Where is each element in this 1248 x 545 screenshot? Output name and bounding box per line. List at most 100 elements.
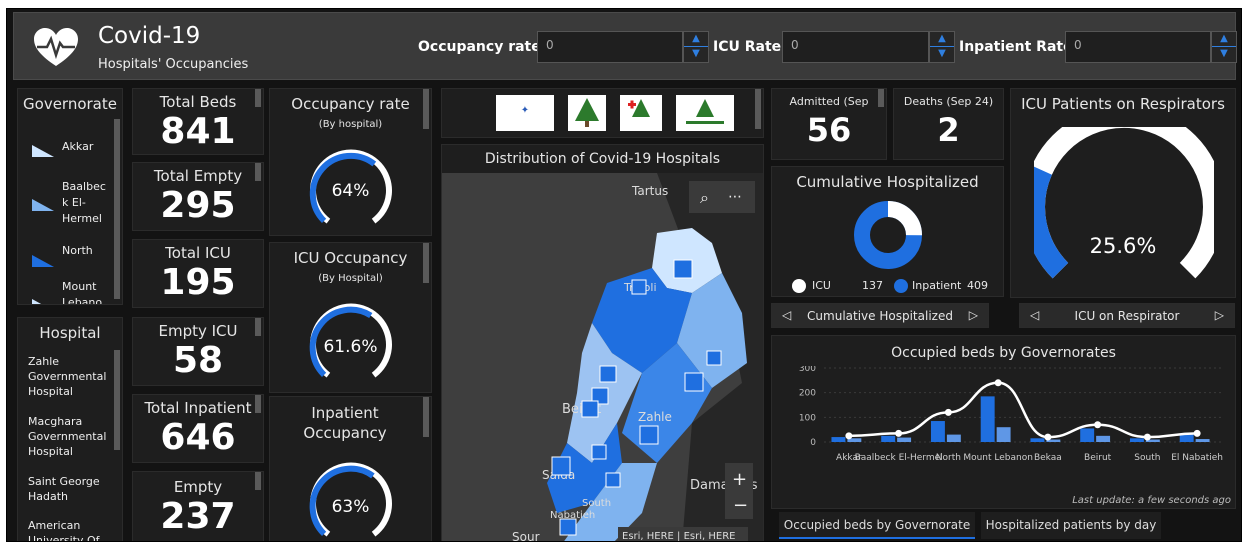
kpi-label: Deaths (Sep 24) <box>903 95 994 108</box>
list-item[interactable]: Baalbec k El-Hermel <box>32 179 122 239</box>
map-title: Distribution of Covid-19 Hospitals <box>484 151 721 167</box>
icu-legend-dot <box>792 279 806 293</box>
respirator-nav-label[interactable]: ICU on Respirator <box>1020 309 1234 323</box>
kpi-value: 2 <box>937 111 960 149</box>
inpatient-rate-input[interactable]: 0 <box>1065 31 1211 63</box>
header-bar: Covid-19 Hospitals' Occupancies Occupanc… <box>13 12 1237 80</box>
icu-rate-input[interactable]: 0 <box>782 31 929 63</box>
governorate-swatch-icon <box>32 199 54 211</box>
y-tick-label: 100 <box>799 413 816 423</box>
x-tick-label: South <box>1134 453 1160 463</box>
hospital-marker[interactable] <box>591 444 607 460</box>
occupancy-rate-stepper[interactable]: ▲ ▼ <box>683 31 709 63</box>
hospital-marker[interactable] <box>673 259 693 279</box>
bar <box>946 434 961 442</box>
x-tick-label: Baalbeck El-Hermel <box>855 453 943 463</box>
governorate-label: Baalbec k El-Hermel <box>62 180 106 225</box>
respirator-value: 25.6% <box>1089 234 1157 258</box>
up-arrow-icon[interactable]: ▲ <box>684 32 708 47</box>
stat-value: 295 <box>160 185 236 226</box>
hospital-marker[interactable] <box>551 456 571 476</box>
gauge-subtitle: (By hospital) <box>318 119 383 130</box>
trend-point <box>845 432 853 440</box>
governorate-label: North <box>62 244 93 257</box>
hospital-marker[interactable] <box>639 425 659 445</box>
zoom-in-icon[interactable]: + <box>732 469 747 490</box>
hospital-marker[interactable] <box>706 350 722 366</box>
icu-legend-label: ICU <box>812 279 831 292</box>
respirator-gauge <box>1034 127 1214 279</box>
x-tick-label: Mount Lebanon <box>963 453 1033 463</box>
up-arrow-icon[interactable]: ▲ <box>1212 32 1236 47</box>
empty-card: Empty 237 <box>132 471 264 541</box>
inpatient-rate-stepper[interactable]: ▲ ▼ <box>1211 31 1237 63</box>
down-arrow-icon[interactable]: ▼ <box>1212 47 1236 62</box>
gauge-title: Inpatient Occupancy <box>303 404 387 442</box>
stat-value: 195 <box>160 262 236 303</box>
stat-label: Total Beds <box>159 93 237 111</box>
admitted-card: Admitted (Sep 56 <box>771 88 887 160</box>
ministry-logo <box>568 95 606 131</box>
hospital-marker[interactable] <box>684 372 704 392</box>
zoom-out-icon[interactable]: − <box>733 495 748 516</box>
hospital-marker[interactable] <box>559 518 577 536</box>
cumulative-nav-label[interactable]: Cumulative Hospitalized <box>772 309 988 323</box>
tab-occupied-beds[interactable]: Occupied beds by Governorate <box>779 512 975 539</box>
tab-hospitalized-by-day[interactable]: Hospitalized patients by day <box>981 512 1161 539</box>
inpatient-legend-value: 409 <box>967 279 988 292</box>
total-empty-card: Total Empty 295 <box>132 162 264 231</box>
icu-respirator-card: ICU Patients on Respirators 25.6% <box>1010 88 1236 298</box>
y-tick-label: 300 <box>799 366 816 374</box>
hospital-marker[interactable] <box>631 279 647 295</box>
y-tick-label: 0 <box>810 438 816 448</box>
occupancy-rate-input[interactable]: 0 <box>537 31 683 63</box>
hospital-marker[interactable] <box>599 365 617 383</box>
governorate-label: Akkar <box>62 140 94 153</box>
hospital-title: Hospital <box>39 324 101 342</box>
city-label: Zahle <box>638 410 672 424</box>
deaths-card: Deaths (Sep 24) 2 <box>893 88 1004 160</box>
icu-gauge-card: ICU Occupancy (By Hospital) 61.6% <box>269 242 432 393</box>
list-item[interactable]: Saint George Hadath <box>28 474 120 504</box>
up-arrow-icon[interactable]: ▲ <box>930 32 954 47</box>
lebanon-map[interactable]: Tartus Tripoli Beirut Zahle Saida Sour D… <box>442 173 764 542</box>
gauge-title: ICU Occupancy <box>293 249 408 267</box>
list-item[interactable]: Macghara Governmental Hospital <box>28 414 120 459</box>
map-panel: Distribution of Covid-19 Hospitals Tartu… <box>441 144 764 542</box>
inpatient-gauge-card: Inpatient Occupancy 63% <box>269 396 432 541</box>
list-item[interactable]: Akkar <box>32 125 122 185</box>
next-arrow-icon[interactable]: ▷ <box>1215 308 1224 322</box>
total-icu-card: Total ICU 195 <box>132 239 264 308</box>
map-attribution[interactable]: Esri, HERE | Esri, HERE <box>622 531 736 542</box>
red-cross-logo <box>620 95 662 131</box>
next-arrow-icon[interactable]: ▷ <box>969 308 978 322</box>
down-arrow-icon[interactable]: ▼ <box>930 47 954 62</box>
search-icon[interactable]: ⌕ <box>700 188 709 207</box>
bar <box>980 396 995 442</box>
partner-logos-panel: ✦ <box>441 88 764 138</box>
stat-label: Empty <box>173 478 223 496</box>
cumulative-title: Cumulative Hospitalized <box>796 173 979 191</box>
bar <box>1096 435 1111 442</box>
icu-rate-stepper[interactable]: ▲ ▼ <box>929 31 955 63</box>
more-icon[interactable]: ⋯ <box>728 189 742 205</box>
chart-title: Occupied beds by Governorates <box>891 345 1116 361</box>
governorate-swatch-icon <box>32 255 54 267</box>
bar <box>1129 438 1144 442</box>
gauge-value: 64% <box>331 181 370 201</box>
hospital-marker[interactable] <box>581 400 599 418</box>
list-item[interactable]: Mount Lebano <box>32 279 122 304</box>
heart-pulse-icon <box>34 28 78 66</box>
app-title: Covid-19 <box>98 23 201 49</box>
stat-label: Total ICU <box>165 244 231 262</box>
hospital-marker[interactable] <box>605 472 621 488</box>
city-label: South <box>582 498 611 509</box>
x-tick-label: Bekaa <box>1034 453 1062 463</box>
list-item[interactable]: American University Of <box>28 518 120 541</box>
kpi-value: 56 <box>806 111 852 149</box>
trend-point <box>1044 433 1052 441</box>
stat-value: 58 <box>172 340 224 381</box>
bar <box>996 427 1011 442</box>
list-item[interactable]: Zahle Governmental Hospital <box>28 354 120 399</box>
down-arrow-icon[interactable]: ▼ <box>684 47 708 62</box>
